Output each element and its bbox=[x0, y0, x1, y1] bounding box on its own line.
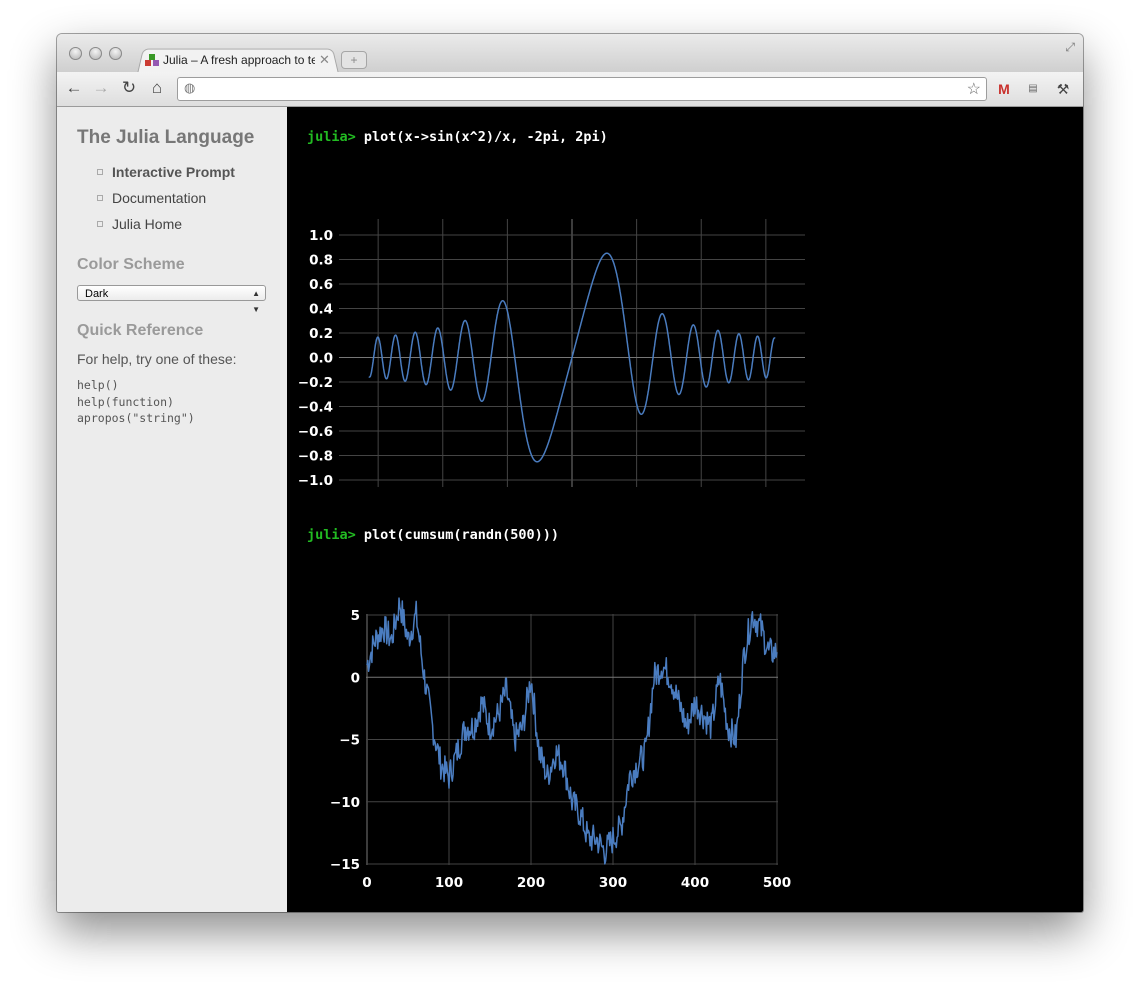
y-tick-label: 0.8 bbox=[309, 253, 333, 269]
help-commands: help() help(function) apropos("string") bbox=[77, 377, 195, 427]
color-scheme-select[interactable]: Dark ▲ ▼ bbox=[77, 285, 266, 314]
new-tab-button[interactable]: + bbox=[341, 51, 367, 69]
help-intro: For help, try one of these: bbox=[77, 351, 237, 367]
quick-reference-heading: Quick Reference bbox=[77, 322, 204, 339]
prompt-prefix: julia> bbox=[307, 527, 356, 543]
forward-icon[interactable]: → bbox=[91, 78, 111, 98]
y-tick-label: −0.8 bbox=[298, 449, 333, 465]
julia-console[interactable]: julia> plot(x->sin(x^2)/x, -2pi, 2pi) −6… bbox=[287, 107, 1083, 912]
home-icon[interactable]: ⌂ bbox=[147, 78, 167, 98]
sidebar-title: The Julia Language bbox=[77, 127, 255, 148]
sidebar-nav: Interactive Prompt Documentation Julia H… bbox=[97, 163, 235, 241]
y-tick-label: 0.6 bbox=[309, 277, 333, 293]
x-tick-label: 0 bbox=[362, 875, 371, 887]
help-command: help() bbox=[77, 378, 119, 392]
prompt-line: julia> plot(x->sin(x^2)/x, -2pi, 2pi) bbox=[307, 129, 608, 145]
y-tick-label: −0.4 bbox=[298, 400, 333, 416]
nav-item-julia-home[interactable]: Julia Home bbox=[97, 215, 235, 241]
y-tick-label: 5 bbox=[351, 608, 360, 624]
y-tick-label: 0.4 bbox=[309, 302, 333, 318]
sidebar: The Julia Language Interactive Prompt Do… bbox=[57, 107, 287, 912]
nav-item-interactive-prompt[interactable]: Interactive Prompt bbox=[97, 163, 235, 189]
gmail-icon[interactable]: M bbox=[994, 79, 1014, 99]
color-scheme-heading: Color Scheme bbox=[77, 256, 185, 273]
prompt-command: plot(x->sin(x^2)/x, -2pi, 2pi) bbox=[363, 129, 608, 145]
tab-title: Julia – A fresh approach to technical co… bbox=[163, 53, 315, 67]
x-tick-label: 400 bbox=[681, 875, 709, 887]
y-tick-label: −0.2 bbox=[298, 375, 333, 391]
zoom-window-button[interactable] bbox=[109, 47, 122, 60]
tag-icon[interactable]: ▤ bbox=[1023, 79, 1043, 99]
random-walk-plot: 0 100 200 300 400 500 5 0 −5 −10 −15 bbox=[330, 597, 791, 887]
prompt-command: plot(cumsum(randn(500))) bbox=[363, 527, 559, 543]
title-bar: Julia – A fresh approach to technical co… bbox=[57, 34, 1083, 74]
prompt-line: julia> plot(cumsum(randn(500))) bbox=[307, 527, 559, 543]
select-arrows-icon: ▲ ▼ bbox=[252, 289, 260, 314]
julia-favicon-icon bbox=[145, 53, 159, 67]
y-tick-label: −0.6 bbox=[298, 424, 333, 440]
x-tick-label: 500 bbox=[763, 875, 791, 887]
y-tick-label: 0.2 bbox=[309, 326, 333, 342]
y-tick-label: 0.0 bbox=[309, 351, 333, 367]
browser-toolbar: ← → ↻ ⌂ ◍ ☆ M ▤ ⚒ bbox=[57, 72, 1083, 107]
x-tick-label: 300 bbox=[599, 875, 627, 887]
x-tick-label: 200 bbox=[517, 875, 545, 887]
y-tick-label: −10 bbox=[330, 795, 360, 811]
tab-content[interactable]: Julia – A fresh approach to technical co… bbox=[145, 48, 335, 72]
y-tick-label: −15 bbox=[330, 857, 360, 873]
sine-plot: −6−4−202461.00.80.60.40.20.0−0.2−0.4−0.6… bbox=[298, 219, 805, 487]
close-tab-icon[interactable]: ✕ bbox=[319, 52, 330, 68]
prompt-prefix: julia> bbox=[307, 129, 356, 145]
y-tick-label: 1.0 bbox=[309, 228, 333, 244]
wrench-icon[interactable]: ⚒ bbox=[1053, 79, 1073, 99]
close-window-button[interactable] bbox=[69, 47, 82, 60]
plot-line bbox=[366, 597, 778, 865]
y-tick-label: 0 bbox=[351, 670, 360, 686]
help-command: apropos("string") bbox=[77, 411, 195, 425]
minimize-window-button[interactable] bbox=[89, 47, 102, 60]
nav-item-documentation[interactable]: Documentation bbox=[97, 189, 235, 215]
back-icon[interactable]: ← bbox=[64, 78, 84, 98]
reload-icon[interactable]: ↻ bbox=[119, 78, 139, 98]
browser-window: Julia – A fresh approach to technical co… bbox=[57, 34, 1083, 912]
y-tick-label: −1.0 bbox=[298, 473, 333, 487]
address-bar[interactable]: ◍ ☆ bbox=[177, 77, 987, 101]
fullscreen-icon[interactable]: ⤢ bbox=[1065, 40, 1075, 55]
globe-icon: ◍ bbox=[184, 80, 196, 95]
help-command: help(function) bbox=[77, 394, 174, 409]
color-scheme-value: Dark bbox=[85, 288, 109, 300]
y-tick-label: −5 bbox=[339, 733, 360, 749]
bookmark-star-icon[interactable]: ☆ bbox=[967, 79, 981, 99]
x-tick-label: 100 bbox=[435, 875, 463, 887]
